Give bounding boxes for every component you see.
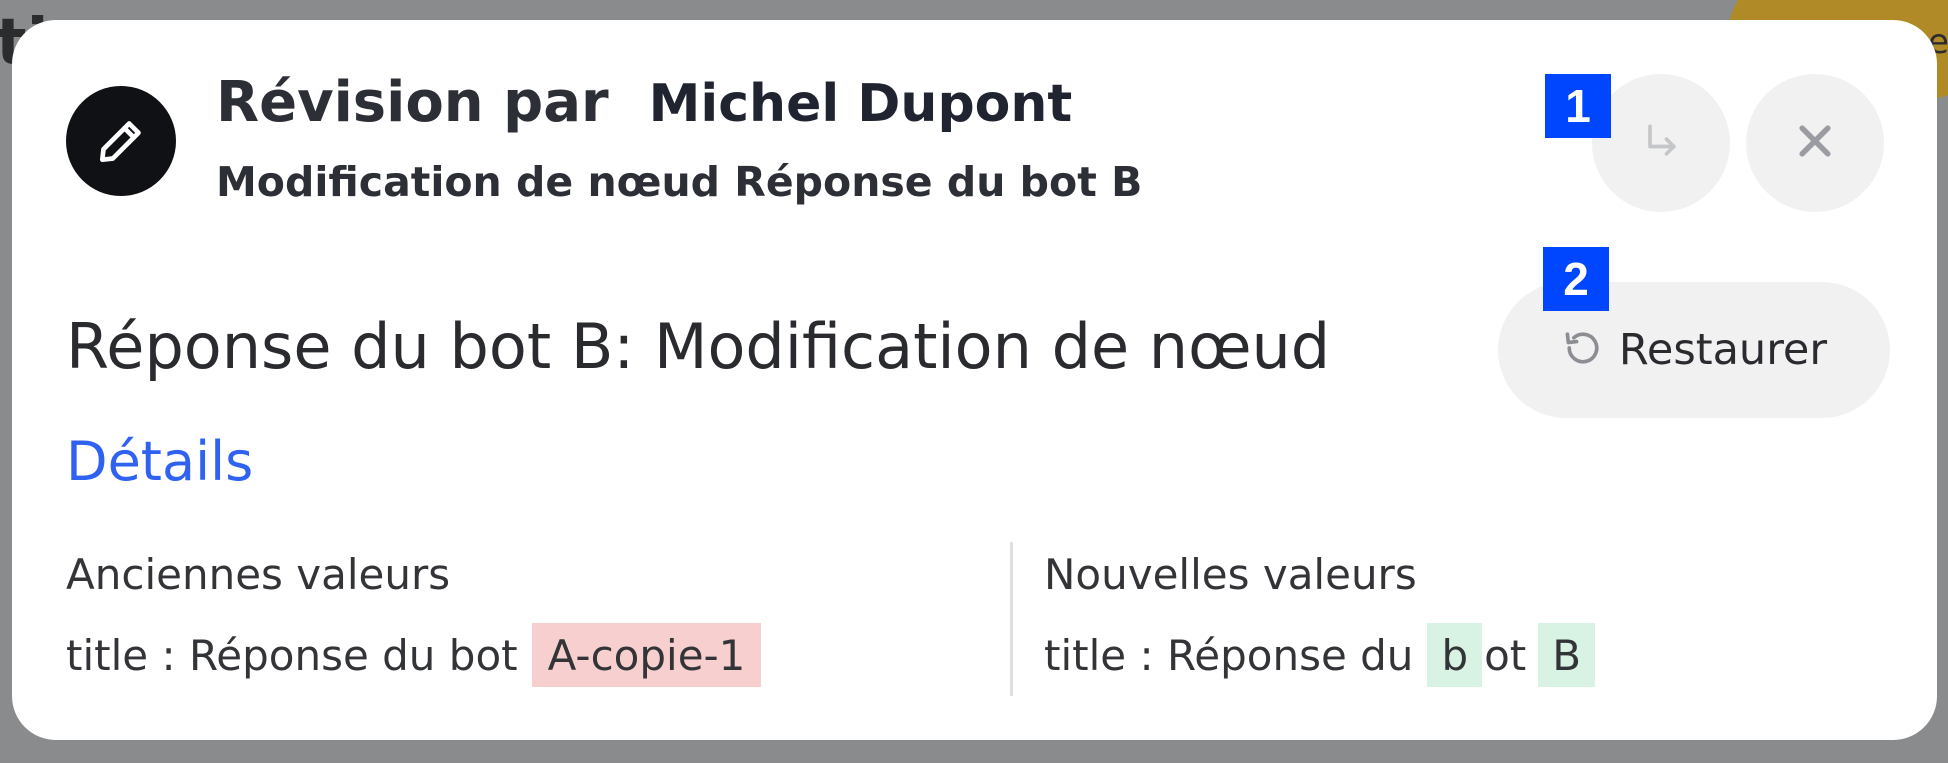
details-link[interactable]: Détails — [66, 430, 253, 493]
new-values-column: Nouvelles valeurs title : Réponse du b o… — [1044, 550, 1596, 690]
revision-heading: Réponse du bot B: Modification de nœud — [66, 310, 1331, 383]
close-icon — [1793, 119, 1837, 167]
restore-icon — [1561, 326, 1605, 374]
old-values-title: Anciennes valeurs — [66, 550, 451, 599]
new-value-middle: ot — [1484, 630, 1527, 680]
revision-title: Révision par Michel Dupont — [216, 70, 1072, 135]
revision-modal: Révision par Michel Dupont Modification … — [12, 20, 1937, 740]
close-button[interactable] — [1746, 74, 1884, 212]
revision-author: Michel Dupont — [648, 74, 1073, 134]
old-values-column: Anciennes valeurs title : Réponse du bot… — [66, 550, 762, 690]
annotation-marker-2: 2 — [1543, 247, 1609, 311]
old-value-prefix: title : Réponse du bot — [66, 630, 518, 680]
added-text-highlight: b — [1427, 623, 1483, 687]
new-values-title: Nouvelles valeurs — [1044, 550, 1417, 599]
added-text-highlight: B — [1538, 623, 1596, 687]
revision-subtitle: Modification de nœud Réponse du bot B — [216, 158, 1143, 206]
new-value-line: title : Réponse du b ot B — [1044, 620, 1596, 690]
column-divider — [1010, 542, 1013, 696]
old-value-line: title : Réponse du bot A-copie-1 — [66, 620, 762, 690]
arrow-turn-down-right-icon — [1639, 119, 1683, 167]
annotation-marker-1: 1 — [1545, 74, 1611, 138]
revision-title-prefix: Révision par — [216, 70, 609, 135]
go-to-node-button[interactable] — [1592, 74, 1730, 212]
new-value-prefix: title : Réponse du — [1044, 630, 1414, 680]
pencil-icon — [66, 86, 176, 196]
restore-label: Restaurer — [1618, 325, 1828, 375]
removed-text-highlight: A-copie-1 — [531, 623, 762, 687]
